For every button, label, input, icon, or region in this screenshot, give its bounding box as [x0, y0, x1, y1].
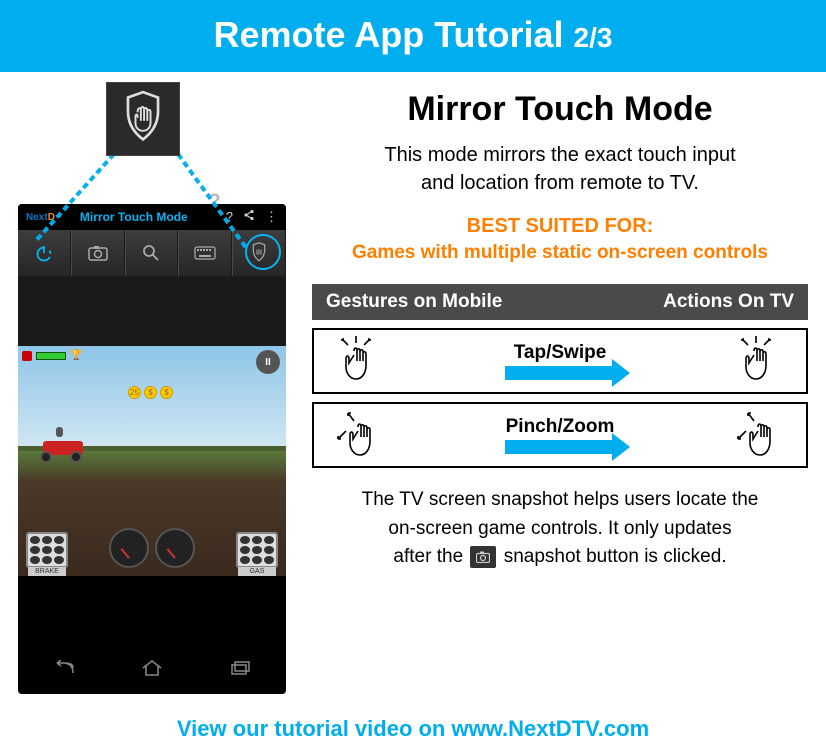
page-indicator: 2/3	[574, 22, 613, 53]
tutorial-banner: Remote App Tutorial 2/3	[0, 0, 826, 72]
home-button[interactable]	[127, 654, 177, 682]
back-button[interactable]	[38, 654, 88, 682]
arrow-icon	[505, 366, 615, 380]
pause-icon[interactable]: II	[256, 350, 280, 374]
table-header-mobile: Gestures on Mobile	[326, 291, 663, 313]
search-button[interactable]	[125, 230, 179, 276]
tap-hand-icon	[332, 335, 388, 387]
share-icon[interactable]	[243, 209, 255, 225]
gesture-table: Gestures on Mobile Actions On TV Tap/Swi…	[312, 284, 808, 468]
brake-pedal[interactable]: BRAKE	[26, 532, 68, 568]
best-suited-label: BEST SUITED FOR:	[312, 215, 808, 238]
mirror-mode-callout	[106, 82, 180, 156]
tap-hand-icon	[732, 335, 788, 387]
keyboard-button[interactable]	[178, 230, 232, 276]
menu-dots-icon[interactable]: ⋮	[265, 209, 278, 225]
hand-shield-icon	[121, 90, 165, 148]
arrow-icon	[505, 440, 615, 454]
mode-description: This mode mirrors the exact touch inputa…	[312, 141, 808, 197]
phone-mockup: NextD™ Mirror Touch Mode ? ⋮ 🏆	[18, 204, 286, 694]
best-suited-text: Games with multiple static on-screen con…	[312, 242, 808, 264]
phone-illustration: ? NextD™ Mirror Touch Mode ? ⋮	[18, 86, 298, 694]
pinch-hand-icon	[332, 409, 388, 461]
camera-icon	[470, 546, 496, 568]
camera-button[interactable]	[71, 230, 125, 276]
phone-toolbar	[18, 230, 286, 276]
banner-title: Remote App Tutorial	[214, 14, 574, 55]
power-button[interactable]	[18, 230, 71, 276]
recent-button[interactable]	[216, 654, 266, 682]
gas-pedal[interactable]: GAS	[236, 532, 278, 568]
pinch-hand-icon	[732, 409, 788, 461]
android-navbar	[18, 642, 286, 694]
snapshot-description: The TV screen snapshot helps users locat…	[312, 486, 808, 572]
gesture-row-tap: Tap/Swipe	[312, 328, 808, 394]
gesture-row-pinch: Pinch/Zoom	[312, 402, 808, 468]
mode-title: Mirror Touch Mode	[312, 90, 808, 129]
game-screenshot: 🏆 II 25$$ BRAKE GAS	[18, 276, 286, 576]
table-header-tv: Actions On TV	[663, 291, 794, 313]
phone-mode-title: Mirror Touch Mode	[80, 210, 188, 224]
footer-link[interactable]: View our tutorial video on www.NextDTV.c…	[0, 716, 826, 742]
